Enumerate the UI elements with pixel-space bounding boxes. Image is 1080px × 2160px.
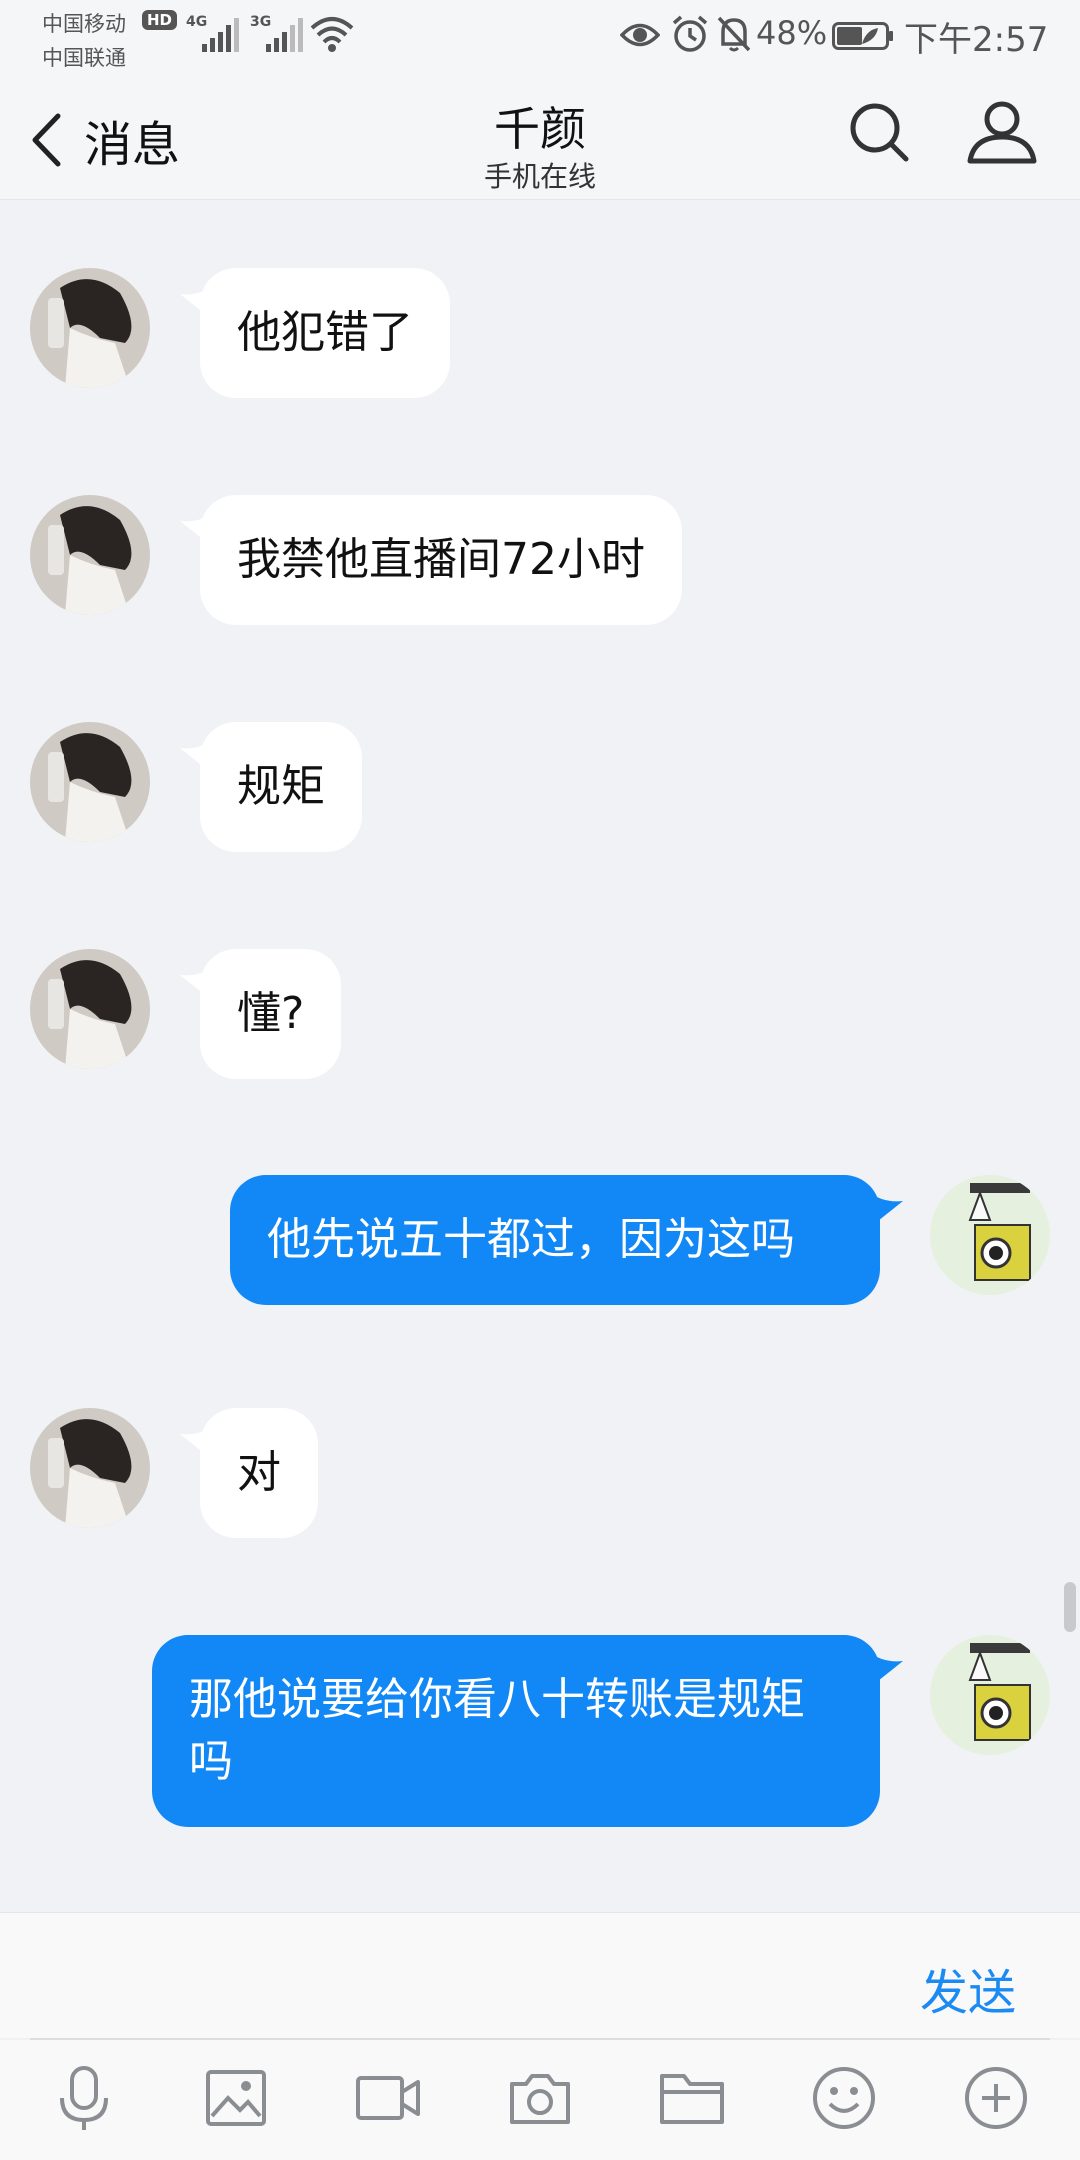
back-chevron-icon <box>32 113 61 167</box>
chat-header: 消息 千颜 手机在线 <box>0 75 1080 200</box>
alarm-icon <box>672 15 708 52</box>
carrier-1: 中国移动 <box>42 12 126 36</box>
bubble-tail <box>873 1195 903 1225</box>
chat-title: 千颜 <box>494 102 586 156</box>
input-bar: 发送 <box>0 1912 1080 2038</box>
microphone-icon[interactable] <box>50 2064 118 2132</box>
my-avatar[interactable] <box>930 1175 1050 1295</box>
contact-avatar[interactable] <box>30 949 150 1069</box>
bell-off-icon <box>717 16 751 52</box>
search-icon[interactable] <box>846 99 912 165</box>
chat-subtitle: 手机在线 <box>483 160 596 193</box>
contact-avatar[interactable] <box>30 1408 150 1528</box>
emoji-icon[interactable] <box>810 2064 878 2132</box>
outgoing-message-bubble[interactable]: 他先说五十都过，因为这吗 <box>230 1175 880 1305</box>
wifi-icon <box>310 17 354 52</box>
my-avatar[interactable] <box>930 1635 1050 1755</box>
battery-icon <box>832 22 893 50</box>
send-button[interactable]: 发送 <box>920 1953 1016 2023</box>
camera-icon[interactable] <box>506 2064 574 2132</box>
contact-avatar[interactable] <box>30 268 150 388</box>
scrollbar-thumb[interactable] <box>1064 1582 1076 1632</box>
contact-avatar[interactable] <box>30 495 150 615</box>
plus-icon[interactable] <box>962 2064 1030 2132</box>
signal-strength-2-icon <box>266 16 303 52</box>
battery-percent: 48% <box>756 14 828 52</box>
folder-icon[interactable] <box>658 2064 726 2132</box>
profile-icon[interactable] <box>966 99 1038 165</box>
incoming-message-bubble[interactable]: 对 <box>200 1408 318 1538</box>
incoming-message-bubble[interactable]: 懂? <box>200 949 342 1079</box>
message-list[interactable]: 他犯错了 我禁他直播间72小时 规矩 懂? 他先说五十都过，因为这吗 对 那他说… <box>0 200 1080 1912</box>
input-toolbar <box>0 2040 1080 2160</box>
back-button[interactable]: 消息 <box>30 100 210 180</box>
status-bar: 中国移动 中国联通 HD 4G 3G 48% 下午2:57 <box>0 0 1080 75</box>
contact-avatar[interactable] <box>30 722 150 842</box>
outgoing-message-bubble[interactable]: 那他说要给你看八十转账是规矩吗 <box>152 1635 880 1827</box>
image-icon[interactable] <box>202 2064 270 2132</box>
bubble-tail <box>873 1655 903 1685</box>
signal-strength-1-icon <box>202 16 239 52</box>
hd-badge: HD <box>142 10 178 30</box>
carrier-2: 中国联通 <box>42 46 126 70</box>
incoming-message-bubble[interactable]: 他犯错了 <box>200 268 450 398</box>
incoming-message-bubble[interactable]: 我禁他直播间72小时 <box>200 495 682 625</box>
message-input[interactable] <box>30 1927 890 2027</box>
back-label: 消息 <box>84 117 181 173</box>
video-icon[interactable] <box>354 2064 422 2132</box>
status-time: 下午2:57 <box>904 20 1049 60</box>
eye-icon <box>620 23 660 47</box>
incoming-message-bubble[interactable]: 规矩 <box>200 722 362 852</box>
